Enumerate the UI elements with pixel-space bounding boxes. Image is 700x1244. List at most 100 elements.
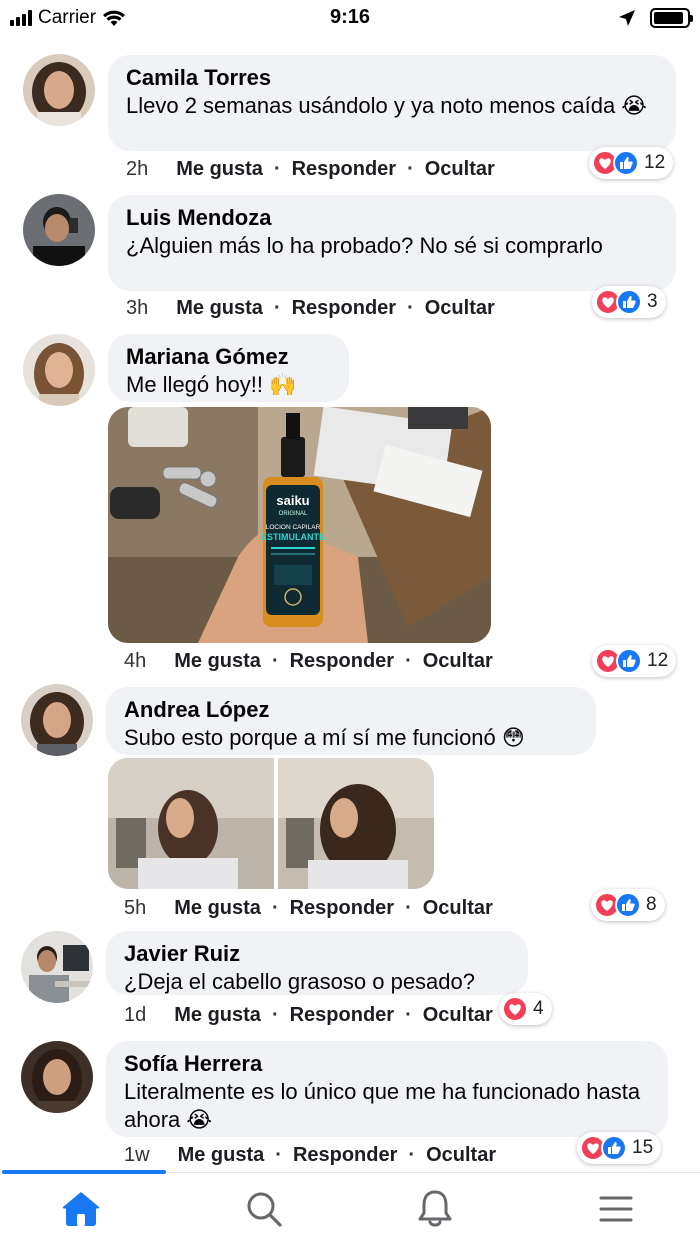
commenter-name[interactable]: Andrea López [124,696,578,724]
avatar-photo [21,1041,93,1113]
search-icon [247,1192,282,1227]
like-button[interactable]: Me gusta [174,897,261,920]
hide-button[interactable]: Ocultar [426,1144,496,1167]
avatar[interactable] [23,54,95,126]
reaction-count: 8 [646,894,657,915]
tab-home[interactable] [59,1187,103,1231]
separator-dot: · [273,158,281,180]
separator-dot: · [405,650,412,672]
product-brand: saiku [276,493,309,508]
active-tab-indicator [2,1170,166,1174]
reaction-count: 12 [644,152,666,173]
like-button[interactable]: Me gusta [176,297,263,320]
thumbs-up-icon [601,1135,627,1161]
comment-actions: 4h Me gusta · Responder · Ocultar [124,650,493,673]
avatar-photo [23,54,95,126]
like-button[interactable]: Me gusta [174,650,261,673]
separator-dot: · [271,1004,279,1026]
reaction-count: 15 [632,1137,654,1158]
product-photo: saiku ORIGINAL LOCION CAPILAR ESTIMULANT… [108,407,491,643]
commenter-name[interactable]: Sofía Herrera [124,1050,650,1078]
like-button[interactable]: Me gusta [178,1144,265,1167]
comment-bubble[interactable]: Camila Torres Llevo 2 semanas usándolo y… [108,55,676,151]
hide-button[interactable]: Ocultar [425,158,495,181]
commenter-name[interactable]: Javier Ruiz [124,940,510,968]
tab-search[interactable] [242,1187,286,1231]
location-arrow-icon [619,10,635,26]
comment-actions: 1w Me gusta · Responder · Ocultar [124,1144,496,1167]
bell-icon [418,1190,452,1227]
comment-actions: 2h Me gusta · Responder · Ocultar [126,158,495,181]
comment-time[interactable]: 2h [126,158,148,181]
reply-button[interactable]: Responder [290,1004,394,1027]
avatar[interactable] [21,1041,93,1113]
commenter-name[interactable]: Camila Torres [126,64,658,92]
status-right [618,8,693,28]
like-button[interactable]: Me gusta [174,1004,261,1027]
separator-dot: · [405,1004,412,1026]
thumbs-up-icon [613,150,639,176]
before-after-photo [108,758,434,889]
menu-icon [599,1196,633,1222]
avatar[interactable] [23,194,95,266]
battery-icon [650,8,693,28]
reaction-summary[interactable]: 4 [499,993,552,1025]
comment-photo-before-after[interactable] [108,758,434,889]
avatar-photo [23,334,95,406]
tab-menu[interactable] [594,1187,638,1231]
reaction-summary[interactable]: 12 [592,645,677,677]
reply-button[interactable]: Responder [293,1144,397,1167]
avatar-photo [23,194,95,266]
tab-notifications[interactable] [413,1187,457,1231]
separator-dot: · [407,158,414,180]
comment-time[interactable]: 1d [124,1004,146,1027]
reply-button[interactable]: Responder [290,650,394,673]
reaction-summary[interactable]: 8 [591,889,665,921]
product-brand-sub: ORIGINAL [279,511,308,517]
comment-time[interactable]: 3h [126,297,148,320]
hide-button[interactable]: Ocultar [423,650,493,673]
separator-dot: · [407,297,414,319]
comment-bubble[interactable]: Mariana Gómez Me llegó hoy!! 🙌 [108,334,349,402]
comment-photo-product[interactable]: saiku ORIGINAL LOCION CAPILAR ESTIMULANT… [108,407,491,643]
separator-dot: · [408,1144,416,1166]
comment-text: Literalmente es lo único que me ha funci… [124,1079,641,1132]
separator-dot: · [271,897,279,919]
commenter-name[interactable]: Mariana Gómez [126,343,331,371]
avatar[interactable] [21,684,93,756]
comment-text: Llevo 2 semanas usándolo y ya noto menos… [126,93,648,118]
hide-button[interactable]: Ocultar [423,897,493,920]
reply-button[interactable]: Responder [290,897,394,920]
avatar[interactable] [23,334,95,406]
thumbs-up-icon [615,892,641,918]
reaction-summary[interactable]: 3 [592,286,666,318]
reply-button[interactable]: Responder [292,158,396,181]
reply-button[interactable]: Responder [292,297,396,320]
reaction-count: 4 [533,998,544,1019]
avatar[interactable] [21,931,93,1003]
comment-time[interactable]: 1w [124,1144,150,1167]
comment-bubble[interactable]: Luis Mendoza ¿Alguien más lo ha probado?… [108,195,676,291]
comment-time[interactable]: 5h [124,897,146,920]
like-button[interactable]: Me gusta [176,158,263,181]
reaction-summary[interactable]: 12 [589,147,674,179]
comment-bubble[interactable]: Andrea López Subo esto porque a mí sí me… [106,687,596,755]
reaction-summary[interactable]: 15 [577,1132,662,1164]
thumbs-up-icon [616,648,642,674]
home-icon [62,1192,100,1226]
commenter-name[interactable]: Luis Mendoza [126,204,658,232]
product-line2: ESTIMULANTE [261,532,325,542]
comment-text: ¿Alguien más lo ha probado? No sé si com… [126,233,603,258]
separator-dot: · [275,1144,282,1166]
hide-button[interactable]: Ocultar [423,1004,493,1027]
reaction-count: 3 [647,291,658,312]
comment-time[interactable]: 4h [124,650,146,673]
comment-text: Subo esto porque a mí sí me funcionó 😳 [124,725,525,750]
separator-dot: · [271,650,279,672]
comment-bubble[interactable]: Javier Ruiz ¿Deja el cabello grasoso o p… [106,931,528,995]
comment-bubble[interactable]: Sofía Herrera Literalmente es lo único q… [106,1041,668,1137]
status-bar: Carrier 9:16 [0,0,700,36]
avatar-photo [21,684,93,756]
hide-button[interactable]: Ocultar [425,297,495,320]
comment-actions: 1d Me gusta · Responder · Ocultar [124,1004,493,1027]
